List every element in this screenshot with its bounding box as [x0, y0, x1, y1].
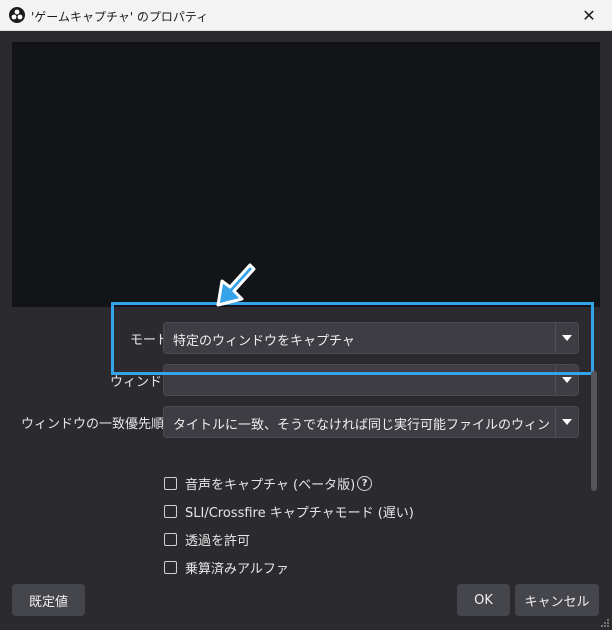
window-title: 'ゲームキャプチャ' のプロパティ	[31, 10, 209, 24]
checkbox-box[interactable]	[164, 561, 177, 574]
checkbox-box[interactable]	[164, 533, 177, 546]
help-icon[interactable]: ?	[357, 476, 373, 491]
ok-button[interactable]: OK	[457, 584, 510, 616]
close-button[interactable]: ✕	[566, 0, 612, 31]
checkbox-label: 乗算済みアルファ	[185, 562, 289, 577]
checkbox-label: 音声をキャプチャ (ベータ版)	[185, 478, 356, 493]
capture-audio-checkbox[interactable]: 音声をキャプチャ (ベータ版) ?	[164, 474, 373, 493]
properties-dialog: モード 特定のウィンドウをキャプチャ ウィンドウ ウィンドウの一致優先順位 タイ…	[0, 31, 612, 630]
defaults-button[interactable]: 既定値	[12, 584, 85, 616]
cancel-button[interactable]: キャンセル	[515, 584, 599, 616]
scrollbar[interactable]	[591, 371, 597, 491]
premultiplied-alpha-checkbox[interactable]: 乗算済みアルファ	[164, 558, 289, 577]
priority-select-dropdown[interactable]	[555, 407, 578, 437]
annotation-highlight-box	[111, 302, 594, 375]
sli-crossfire-checkbox[interactable]: SLI/Crossfire キャプチャモード (遅い)	[164, 502, 414, 521]
resize-grip-icon[interactable]	[600, 618, 610, 628]
obs-logo-icon	[9, 7, 25, 23]
chevron-down-icon	[562, 419, 572, 425]
priority-label: ウィンドウの一致優先順位	[21, 417, 178, 432]
annotation-arrow-icon	[216, 263, 256, 307]
chevron-down-icon	[562, 377, 572, 383]
checkbox-box[interactable]	[164, 477, 177, 490]
checkbox-box[interactable]	[164, 505, 177, 518]
close-icon: ✕	[582, 6, 596, 25]
priority-select-value: タイトルに一致、そうでなければ同じ実行可能ファイルのウィンドウを見つける	[173, 418, 550, 433]
checkbox-label: SLI/Crossfire キャプチャモード (遅い)	[185, 506, 414, 521]
allow-transparency-checkbox[interactable]: 透過を許可	[164, 530, 250, 549]
priority-select[interactable]: タイトルに一致、そうでなければ同じ実行可能ファイルのウィンドウを見つける	[163, 406, 579, 438]
checkbox-label: 透過を許可	[185, 534, 251, 549]
title-bar: 'ゲームキャプチャ' のプロパティ ✕	[0, 0, 612, 31]
capture-preview	[12, 42, 600, 307]
